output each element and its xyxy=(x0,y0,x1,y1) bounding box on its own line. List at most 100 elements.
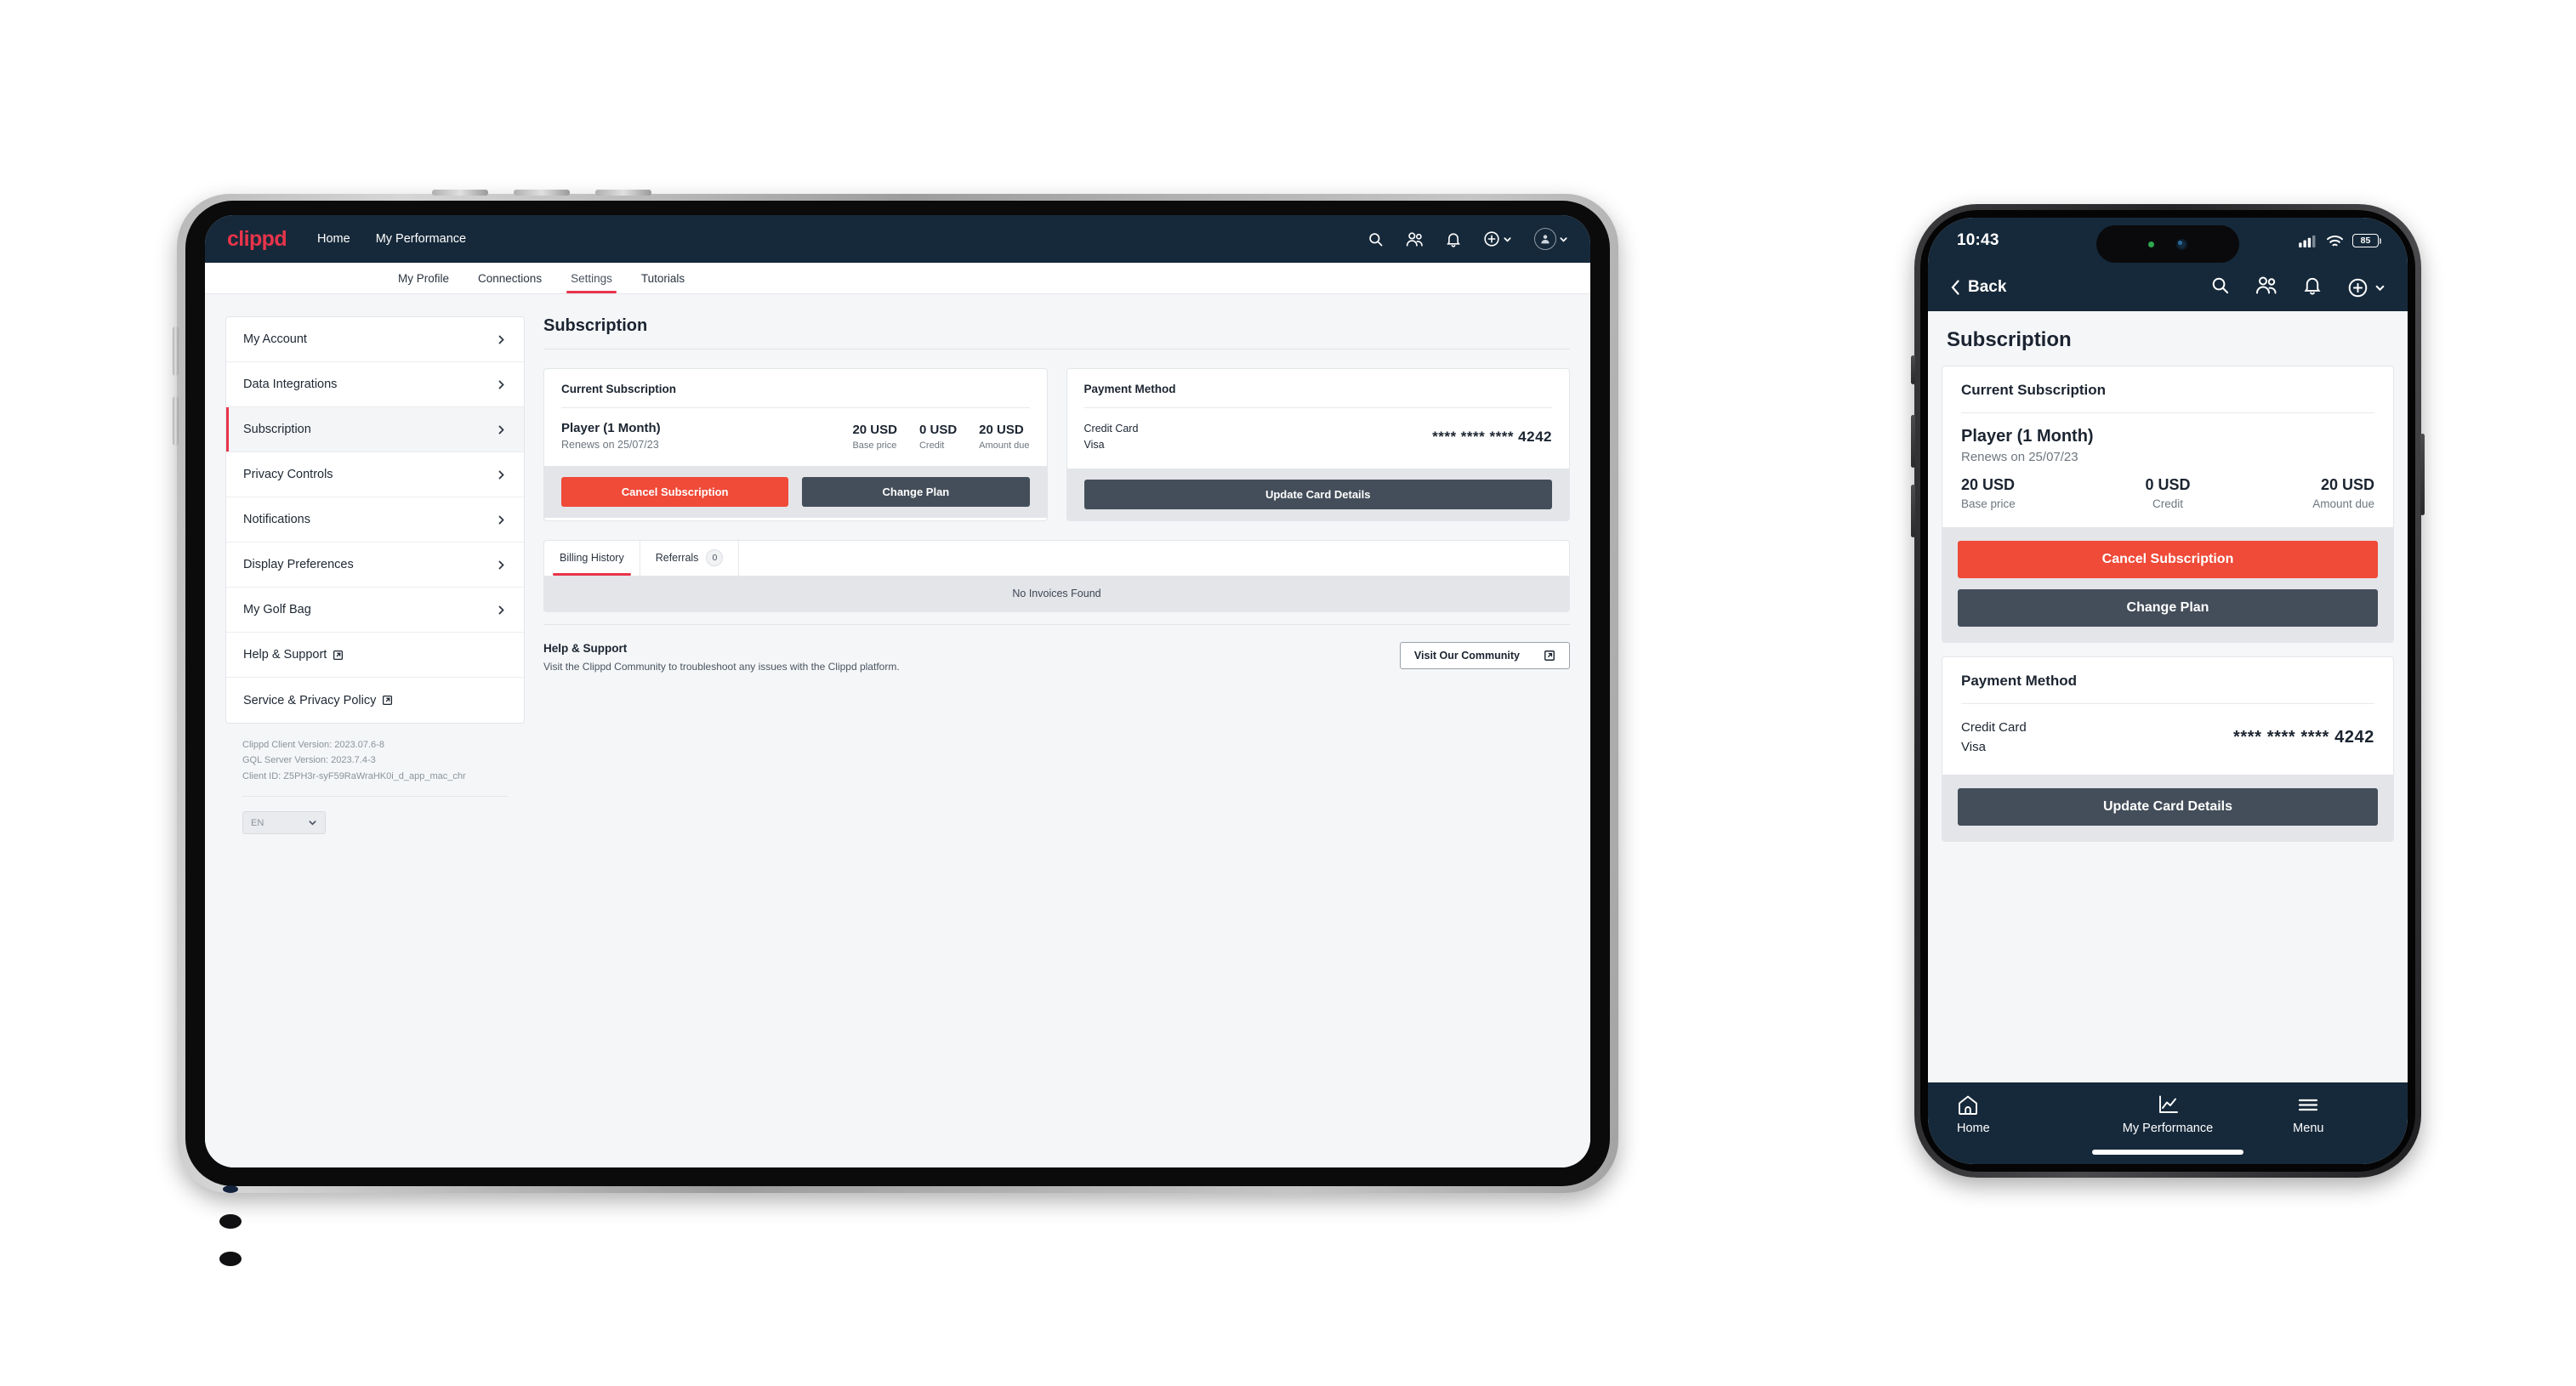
bell-icon[interactable] xyxy=(2303,275,2322,299)
nav-link-home[interactable]: Home xyxy=(317,232,350,246)
figure-value: 20 USD xyxy=(852,423,897,437)
plan-name: Player (1 Month) xyxy=(561,421,661,435)
payment-method-card: Payment Method Credit Card Visa **** *** xyxy=(1066,368,1570,521)
plus-circle-icon[interactable] xyxy=(1483,230,1512,247)
tablet-volume-down-button[interactable] xyxy=(173,396,179,446)
tablet-tabbar: My Profile Connections Settings Tutorial… xyxy=(205,263,1590,294)
update-card-details-button[interactable]: Update Card Details xyxy=(1958,787,2378,826)
phone-power-button[interactable] xyxy=(2420,434,2425,515)
visit-our-community-button[interactable]: Visit Our Community xyxy=(1399,641,1570,669)
settings-menu-card: My Account Data Integrations Subscriptio… xyxy=(225,316,525,724)
figure-label: Base price xyxy=(852,440,897,451)
nav-link-my-performance[interactable]: My Performance xyxy=(376,232,466,246)
tab-billing-history[interactable]: Billing History xyxy=(544,540,640,576)
sidebar-item-my-account[interactable]: My Account xyxy=(226,317,524,362)
language-select-value: EN xyxy=(251,817,264,828)
bottom-nav-menu[interactable]: Menu xyxy=(2238,1094,2379,1135)
chevron-down-icon[interactable] xyxy=(1559,235,1568,244)
client-id-text: Client ID: Z5PH3r-syF59RaWraHK0i_d_app_m… xyxy=(242,770,466,781)
button-label: Visit Our Community xyxy=(1413,649,1520,662)
tablet-camera-2 xyxy=(219,1214,242,1229)
tab-my-profile[interactable]: My Profile xyxy=(384,263,463,293)
sidebar-item-service-and-privacy-policy[interactable]: Service & Privacy Policy xyxy=(226,678,524,723)
payment-method-row: Credit Card Visa **** **** **** 4242 xyxy=(1961,718,2374,758)
back-button[interactable]: Back xyxy=(1950,278,2006,297)
tablet-device: clippd Home My Performance My Profile Co… xyxy=(173,190,1618,1266)
cancel-subscription-button[interactable]: Cancel Subscription xyxy=(1958,541,2378,578)
server-version-text: GQL Server Version: 2023.7.4-3 xyxy=(242,755,376,766)
sidebar-item-display-preferences[interactable]: Display Preferences xyxy=(226,542,524,588)
change-plan-button[interactable]: Change Plan xyxy=(802,477,1030,507)
card-title: Payment Method xyxy=(1083,383,1176,395)
plan-name: Player (1 Month) xyxy=(1961,427,2094,446)
avatar[interactable] xyxy=(1534,228,1556,250)
search-icon[interactable] xyxy=(2210,275,2230,299)
tablet-top-button-1[interactable] xyxy=(432,190,488,196)
phone-bottom-nav: Home My Performance Menu xyxy=(1928,1082,2408,1164)
home-indicator[interactable] xyxy=(2092,1150,2243,1155)
plan-renewal-date: Renews on 25/07/23 xyxy=(1961,450,2078,464)
tablet-nav-icons xyxy=(1368,228,1568,250)
people-icon[interactable] xyxy=(1406,231,1424,247)
sidebar-item-notifications[interactable]: Notifications xyxy=(226,497,524,542)
phone-topbar-icons xyxy=(2210,275,2386,299)
people-icon[interactable] xyxy=(2255,275,2277,299)
figure-credit: 0 USD Credit xyxy=(919,423,957,451)
tab-settings[interactable]: Settings xyxy=(556,263,627,293)
phone-volume-down-button[interactable] xyxy=(1911,485,1915,537)
figure-value: 20 USD xyxy=(979,423,1024,437)
phone-topbar: Back xyxy=(1928,264,2408,311)
chevron-right-icon xyxy=(498,605,504,614)
bell-icon[interactable] xyxy=(1446,231,1461,247)
avatar-icon[interactable] xyxy=(1534,228,1568,250)
tablet-top-button-2[interactable] xyxy=(514,190,570,196)
update-card-details-button[interactable]: Update Card Details xyxy=(1083,479,1552,509)
tab-tutorials[interactable]: Tutorials xyxy=(627,263,699,293)
phone-mute-switch[interactable] xyxy=(1911,355,1915,384)
settings-main-panel: Subscription Current Subscription Player… xyxy=(543,316,1570,1167)
status-indicators: 85 xyxy=(2299,234,2382,248)
home-icon xyxy=(1959,1095,1977,1115)
search-icon[interactable] xyxy=(1368,231,1384,247)
bottom-nav-label: Menu xyxy=(2293,1122,2324,1135)
sidebar-item-label: Display Preferences xyxy=(243,558,354,571)
change-plan-button[interactable]: Change Plan xyxy=(1958,589,2378,627)
tab-label: Billing History xyxy=(560,552,624,564)
subscription-figures: 20 USD Base price 0 USD Credit 20 USD Am… xyxy=(1961,476,2374,510)
phone-device: 10:43 85 Back Subscription Current Subsc… xyxy=(1911,204,2425,1178)
wifi-icon xyxy=(2327,235,2343,246)
billing-tabs: Billing History Referrals 0 xyxy=(544,540,1569,576)
page-title: Subscription xyxy=(543,316,648,335)
help-support-text: Help & Support Visit the Clippd Communit… xyxy=(543,642,900,673)
referrals-count-badge: 0 xyxy=(706,549,724,566)
tab-referrals[interactable]: Referrals 0 xyxy=(640,540,740,576)
chevron-down-icon xyxy=(309,821,316,826)
camera-active-indicator xyxy=(2148,241,2154,247)
chevron-right-icon xyxy=(498,380,504,389)
cancel-subscription-button[interactable]: Cancel Subscription xyxy=(561,477,789,507)
bottom-nav-label: Home xyxy=(1957,1122,1990,1135)
tab-connections[interactable]: Connections xyxy=(463,263,556,293)
divider xyxy=(242,796,508,798)
tablet-top-button-3[interactable] xyxy=(595,190,651,196)
sidebar-item-label: My Golf Bag xyxy=(243,603,311,616)
sidebar-item-privacy-controls[interactable]: Privacy Controls xyxy=(226,452,524,497)
figure-label: Amount due xyxy=(2312,497,2374,510)
chevron-down-icon[interactable] xyxy=(2374,282,2386,293)
payment-method-actions: Update Card Details xyxy=(1066,468,1569,520)
plus-circle-icon[interactable] xyxy=(2347,277,2386,298)
phone-volume-up-button[interactable] xyxy=(1911,415,1915,468)
plan-info: Player (1 Month) Renews on 25/07/23 xyxy=(561,421,830,451)
language-select[interactable]: EN xyxy=(242,811,326,835)
clippd-logo[interactable]: clippd xyxy=(227,227,287,252)
chevron-down-icon[interactable] xyxy=(1503,235,1512,244)
sidebar-item-my-golf-bag[interactable]: My Golf Bag xyxy=(226,588,524,633)
current-subscription-header: Current Subscription xyxy=(544,369,1047,408)
bottom-nav-home[interactable]: Home xyxy=(1957,1094,2097,1135)
tablet-camera-lens xyxy=(223,1185,238,1193)
sidebar-item-subscription[interactable]: Subscription xyxy=(226,407,524,452)
bottom-nav-my-performance[interactable]: My Performance xyxy=(2097,1094,2238,1135)
sidebar-item-data-integrations[interactable]: Data Integrations xyxy=(226,362,524,407)
sidebar-item-help-and-support[interactable]: Help & Support xyxy=(226,633,524,678)
tablet-volume-up-button[interactable] xyxy=(173,327,179,376)
